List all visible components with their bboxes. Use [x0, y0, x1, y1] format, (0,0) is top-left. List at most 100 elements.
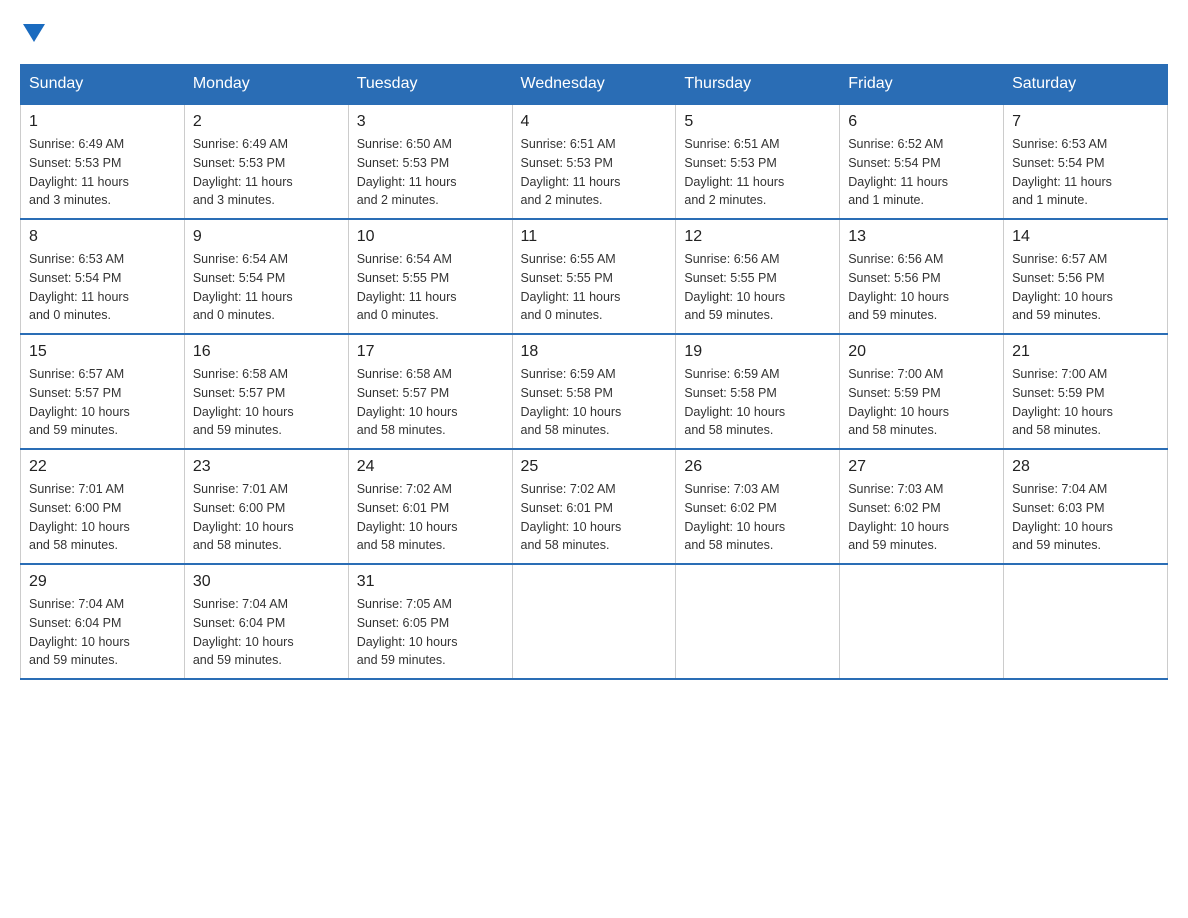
col-tuesday: Tuesday [348, 65, 512, 105]
day-info: Sunrise: 6:50 AMSunset: 5:53 PMDaylight:… [357, 135, 504, 210]
day-number: 24 [357, 458, 504, 476]
day-number: 6 [848, 113, 995, 131]
calendar-cell: 20 Sunrise: 7:00 AMSunset: 5:59 PMDayligh… [840, 334, 1004, 449]
calendar-cell: 27 Sunrise: 7:03 AMSunset: 6:02 PMDayligh… [840, 449, 1004, 564]
day-info: Sunrise: 6:57 AMSunset: 5:56 PMDaylight:… [1012, 250, 1159, 325]
calendar-cell: 25Sunrise: 7:02 AMSunset: 6:01 PMDayligh… [512, 449, 676, 564]
calendar-cell: 29Sunrise: 7:04 AMSunset: 6:04 PMDayligh… [21, 564, 185, 679]
calendar-body: 1 Sunrise: 6:49 AMSunset: 5:53 PMDaylight… [21, 104, 1168, 679]
calendar-cell: 11Sunrise: 6:55 AMSunset: 5:55 PMDayligh… [512, 219, 676, 334]
calendar-cell: 3 Sunrise: 6:50 AMSunset: 5:53 PMDaylight… [348, 104, 512, 219]
day-info: Sunrise: 6:53 AMSunset: 5:54 PMDaylight:… [1012, 135, 1159, 210]
calendar-cell: 31Sunrise: 7:05 AMSunset: 6:05 PMDayligh… [348, 564, 512, 679]
col-sunday: Sunday [21, 65, 185, 105]
col-wednesday: Wednesday [512, 65, 676, 105]
day-number: 11 [521, 228, 668, 246]
calendar-cell: 6 Sunrise: 6:52 AMSunset: 5:54 PMDaylight… [840, 104, 1004, 219]
day-number: 3 [357, 113, 504, 131]
day-number: 12 [684, 228, 831, 246]
day-info: Sunrise: 7:00 AMSunset: 5:59 PMDaylight:… [1012, 365, 1159, 440]
day-info: Sunrise: 6:54 AMSunset: 5:55 PMDaylight:… [357, 250, 504, 325]
col-thursday: Thursday [676, 65, 840, 105]
calendar-cell: 16Sunrise: 6:58 AMSunset: 5:57 PMDayligh… [184, 334, 348, 449]
header-row: Sunday Monday Tuesday Wednesday Thursday… [21, 65, 1168, 105]
day-number: 10 [357, 228, 504, 246]
day-info: Sunrise: 7:02 AMSunset: 6:01 PMDaylight:… [357, 480, 504, 555]
day-number: 7 [1012, 113, 1159, 131]
day-number: 22 [29, 458, 176, 476]
day-number: 2 [193, 113, 340, 131]
day-info: Sunrise: 6:56 AMSunset: 5:55 PMDaylight:… [684, 250, 831, 325]
day-number: 5 [684, 113, 831, 131]
day-number: 23 [193, 458, 340, 476]
calendar-table: Sunday Monday Tuesday Wednesday Thursday… [20, 64, 1168, 680]
calendar-cell [1004, 564, 1168, 679]
day-number: 19 [684, 343, 831, 361]
day-info: Sunrise: 6:52 AMSunset: 5:54 PMDaylight:… [848, 135, 995, 210]
calendar-cell: 1 Sunrise: 6:49 AMSunset: 5:53 PMDaylight… [21, 104, 185, 219]
day-number: 30 [193, 573, 340, 591]
day-number: 26 [684, 458, 831, 476]
day-number: 21 [1012, 343, 1159, 361]
calendar-cell: 22 Sunrise: 7:01 AMSunset: 6:00 PMDayligh… [21, 449, 185, 564]
day-info: Sunrise: 6:56 AMSunset: 5:56 PMDaylight:… [848, 250, 995, 325]
day-number: 28 [1012, 458, 1159, 476]
day-number: 8 [29, 228, 176, 246]
day-info: Sunrise: 6:51 AMSunset: 5:53 PMDaylight:… [684, 135, 831, 210]
day-info: Sunrise: 7:01 AMSunset: 6:00 PMDaylight:… [29, 480, 176, 555]
calendar-cell: 21 Sunrise: 7:00 AMSunset: 5:59 PMDayligh… [1004, 334, 1168, 449]
col-friday: Friday [840, 65, 1004, 105]
calendar-week-2: 8 Sunrise: 6:53 AMSunset: 5:54 PMDaylight… [21, 219, 1168, 334]
calendar-cell [840, 564, 1004, 679]
day-number: 14 [1012, 228, 1159, 246]
day-number: 17 [357, 343, 504, 361]
day-number: 27 [848, 458, 995, 476]
day-info: Sunrise: 7:04 AMSunset: 6:03 PMDaylight:… [1012, 480, 1159, 555]
day-info: Sunrise: 6:51 AMSunset: 5:53 PMDaylight:… [521, 135, 668, 210]
day-number: 9 [193, 228, 340, 246]
calendar-cell [512, 564, 676, 679]
day-info: Sunrise: 6:58 AMSunset: 5:57 PMDaylight:… [193, 365, 340, 440]
day-info: Sunrise: 6:57 AMSunset: 5:57 PMDaylight:… [29, 365, 176, 440]
calendar-cell: 18Sunrise: 6:59 AMSunset: 5:58 PMDayligh… [512, 334, 676, 449]
calendar-cell [676, 564, 840, 679]
day-info: Sunrise: 6:49 AMSunset: 5:53 PMDaylight:… [193, 135, 340, 210]
day-info: Sunrise: 6:59 AMSunset: 5:58 PMDaylight:… [684, 365, 831, 440]
calendar-cell: 12 Sunrise: 6:56 AMSunset: 5:55 PMDayligh… [676, 219, 840, 334]
logo-triangle-icon [23, 24, 45, 44]
day-info: Sunrise: 6:49 AMSunset: 5:53 PMDaylight:… [29, 135, 176, 210]
calendar-cell: 14 Sunrise: 6:57 AMSunset: 5:56 PMDayligh… [1004, 219, 1168, 334]
day-info: Sunrise: 7:05 AMSunset: 6:05 PMDaylight:… [357, 595, 504, 670]
day-info: Sunrise: 7:04 AMSunset: 6:04 PMDaylight:… [193, 595, 340, 670]
calendar-cell: 4 Sunrise: 6:51 AMSunset: 5:53 PMDaylight… [512, 104, 676, 219]
day-info: Sunrise: 6:54 AMSunset: 5:54 PMDaylight:… [193, 250, 340, 325]
page-header [20, 20, 1168, 44]
calendar-header: Sunday Monday Tuesday Wednesday Thursday… [21, 65, 1168, 105]
logo [20, 20, 45, 44]
day-number: 4 [521, 113, 668, 131]
calendar-cell: 10 Sunrise: 6:54 AMSunset: 5:55 PMDayligh… [348, 219, 512, 334]
day-info: Sunrise: 6:58 AMSunset: 5:57 PMDaylight:… [357, 365, 504, 440]
calendar-cell: 2 Sunrise: 6:49 AMSunset: 5:53 PMDaylight… [184, 104, 348, 219]
calendar-week-3: 15Sunrise: 6:57 AMSunset: 5:57 PMDayligh… [21, 334, 1168, 449]
day-number: 25 [521, 458, 668, 476]
day-info: Sunrise: 7:00 AMSunset: 5:59 PMDaylight:… [848, 365, 995, 440]
calendar-cell: 7 Sunrise: 6:53 AMSunset: 5:54 PMDaylight… [1004, 104, 1168, 219]
calendar-cell: 26Sunrise: 7:03 AMSunset: 6:02 PMDayligh… [676, 449, 840, 564]
calendar-week-1: 1 Sunrise: 6:49 AMSunset: 5:53 PMDaylight… [21, 104, 1168, 219]
calendar-cell: 28 Sunrise: 7:04 AMSunset: 6:03 PMDayligh… [1004, 449, 1168, 564]
day-info: Sunrise: 6:53 AMSunset: 5:54 PMDaylight:… [29, 250, 176, 325]
calendar-cell: 19 Sunrise: 6:59 AMSunset: 5:58 PMDayligh… [676, 334, 840, 449]
day-number: 1 [29, 113, 176, 131]
calendar-cell: 8 Sunrise: 6:53 AMSunset: 5:54 PMDaylight… [21, 219, 185, 334]
col-monday: Monday [184, 65, 348, 105]
day-info: Sunrise: 7:03 AMSunset: 6:02 PMDaylight:… [848, 480, 995, 555]
calendar-week-5: 29Sunrise: 7:04 AMSunset: 6:04 PMDayligh… [21, 564, 1168, 679]
calendar-cell: 23Sunrise: 7:01 AMSunset: 6:00 PMDayligh… [184, 449, 348, 564]
calendar-cell: 15Sunrise: 6:57 AMSunset: 5:57 PMDayligh… [21, 334, 185, 449]
day-number: 20 [848, 343, 995, 361]
day-number: 13 [848, 228, 995, 246]
calendar-cell: 24 Sunrise: 7:02 AMSunset: 6:01 PMDayligh… [348, 449, 512, 564]
day-info: Sunrise: 6:59 AMSunset: 5:58 PMDaylight:… [521, 365, 668, 440]
calendar-cell: 30 Sunrise: 7:04 AMSunset: 6:04 PMDayligh… [184, 564, 348, 679]
